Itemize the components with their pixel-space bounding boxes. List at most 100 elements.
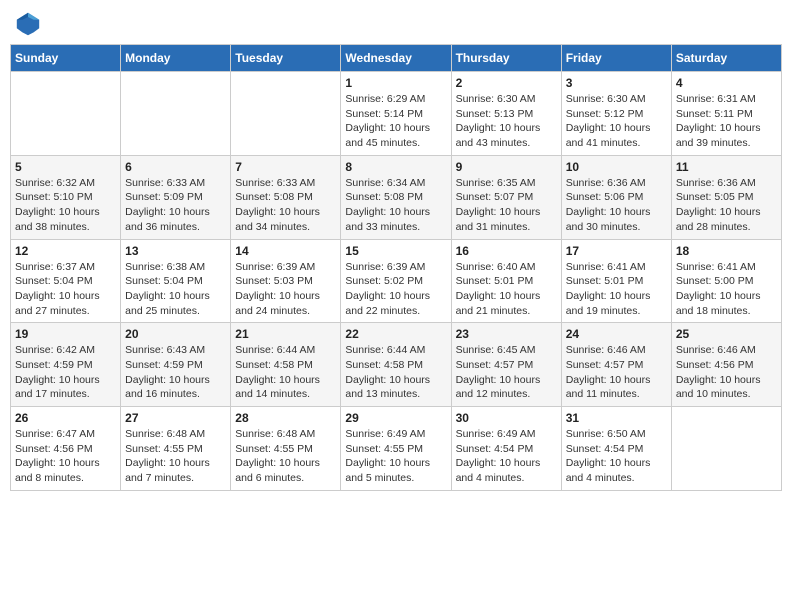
day-info: Sunrise: 6:49 AMSunset: 4:55 PMDaylight:…: [345, 427, 446, 486]
day-info: Sunrise: 6:31 AMSunset: 5:11 PMDaylight:…: [676, 92, 777, 151]
day-info: Sunrise: 6:30 AMSunset: 5:12 PMDaylight:…: [566, 92, 667, 151]
day-number: 30: [456, 411, 557, 425]
day-info: Sunrise: 6:41 AMSunset: 5:01 PMDaylight:…: [566, 260, 667, 319]
calendar-cell: 23 Sunrise: 6:45 AMSunset: 4:57 PMDayligh…: [451, 323, 561, 407]
day-number: 17: [566, 244, 667, 258]
calendar-cell: 27 Sunrise: 6:48 AMSunset: 4:55 PMDayligh…: [121, 407, 231, 491]
calendar-cell: 24 Sunrise: 6:46 AMSunset: 4:57 PMDayligh…: [561, 323, 671, 407]
logo: [14, 10, 46, 38]
day-info: Sunrise: 6:48 AMSunset: 4:55 PMDaylight:…: [125, 427, 226, 486]
calendar-week-row: 1Sunrise: 6:29 AMSunset: 5:14 PMDaylight…: [11, 72, 782, 156]
day-info: Sunrise: 6:47 AMSunset: 4:56 PMDaylight:…: [15, 427, 116, 486]
calendar-cell: 21 Sunrise: 6:44 AMSunset: 4:58 PMDayligh…: [231, 323, 341, 407]
calendar-cell: [11, 72, 121, 156]
page-header: [10, 10, 782, 38]
day-number: 31: [566, 411, 667, 425]
calendar-cell: 12 Sunrise: 6:37 AMSunset: 5:04 PMDayligh…: [11, 239, 121, 323]
day-number: 6: [125, 160, 226, 174]
day-info: Sunrise: 6:46 AMSunset: 4:56 PMDaylight:…: [676, 343, 777, 402]
weekday-header-monday: Monday: [121, 45, 231, 72]
day-number: 3: [566, 76, 667, 90]
day-info: Sunrise: 6:36 AMSunset: 5:06 PMDaylight:…: [566, 176, 667, 235]
day-info: Sunrise: 6:43 AMSunset: 4:59 PMDaylight:…: [125, 343, 226, 402]
calendar-cell: 4 Sunrise: 6:31 AMSunset: 5:11 PMDaylight…: [671, 72, 781, 156]
day-number: 29: [345, 411, 446, 425]
day-info: Sunrise: 6:33 AMSunset: 5:09 PMDaylight:…: [125, 176, 226, 235]
calendar-cell: 16 Sunrise: 6:40 AMSunset: 5:01 PMDayligh…: [451, 239, 561, 323]
calendar-cell: [231, 72, 341, 156]
calendar-week-row: 19 Sunrise: 6:42 AMSunset: 4:59 PMDayligh…: [11, 323, 782, 407]
calendar-week-row: 12 Sunrise: 6:37 AMSunset: 5:04 PMDayligh…: [11, 239, 782, 323]
day-info: Sunrise: 6:45 AMSunset: 4:57 PMDaylight:…: [456, 343, 557, 402]
day-info: Sunrise: 6:36 AMSunset: 5:05 PMDaylight:…: [676, 176, 777, 235]
day-info: Sunrise: 6:39 AMSunset: 5:03 PMDaylight:…: [235, 260, 336, 319]
day-number: 11: [676, 160, 777, 174]
calendar-cell: 6 Sunrise: 6:33 AMSunset: 5:09 PMDaylight…: [121, 155, 231, 239]
day-info: Sunrise: 6:46 AMSunset: 4:57 PMDaylight:…: [566, 343, 667, 402]
day-number: 1: [345, 76, 446, 90]
day-number: 12: [15, 244, 116, 258]
day-number: 25: [676, 327, 777, 341]
weekday-header-friday: Friday: [561, 45, 671, 72]
day-info: Sunrise: 6:32 AMSunset: 5:10 PMDaylight:…: [15, 176, 116, 235]
day-number: 28: [235, 411, 336, 425]
day-info: Sunrise: 6:37 AMSunset: 5:04 PMDaylight:…: [15, 260, 116, 319]
day-info: Sunrise: 6:44 AMSunset: 4:58 PMDaylight:…: [345, 343, 446, 402]
day-info: Sunrise: 6:49 AMSunset: 4:54 PMDaylight:…: [456, 427, 557, 486]
day-info: Sunrise: 6:44 AMSunset: 4:58 PMDaylight:…: [235, 343, 336, 402]
day-info: Sunrise: 6:33 AMSunset: 5:08 PMDaylight:…: [235, 176, 336, 235]
calendar-cell: 7 Sunrise: 6:33 AMSunset: 5:08 PMDaylight…: [231, 155, 341, 239]
day-number: 16: [456, 244, 557, 258]
calendar-cell: 28 Sunrise: 6:48 AMSunset: 4:55 PMDayligh…: [231, 407, 341, 491]
day-number: 10: [566, 160, 667, 174]
day-info: Sunrise: 6:40 AMSunset: 5:01 PMDaylight:…: [456, 260, 557, 319]
calendar-cell: 22 Sunrise: 6:44 AMSunset: 4:58 PMDayligh…: [341, 323, 451, 407]
calendar-cell: 20 Sunrise: 6:43 AMSunset: 4:59 PMDayligh…: [121, 323, 231, 407]
calendar-cell: 14Sunrise: 6:39 AMSunset: 5:03 PMDayligh…: [231, 239, 341, 323]
calendar-week-row: 5 Sunrise: 6:32 AMSunset: 5:10 PMDaylight…: [11, 155, 782, 239]
calendar-table: SundayMondayTuesdayWednesdayThursdayFrid…: [10, 44, 782, 491]
day-number: 23: [456, 327, 557, 341]
calendar-cell: 25 Sunrise: 6:46 AMSunset: 4:56 PMDayligh…: [671, 323, 781, 407]
day-number: 5: [15, 160, 116, 174]
day-number: 4: [676, 76, 777, 90]
calendar-cell: 3 Sunrise: 6:30 AMSunset: 5:12 PMDaylight…: [561, 72, 671, 156]
calendar-cell: 9 Sunrise: 6:35 AMSunset: 5:07 PMDaylight…: [451, 155, 561, 239]
day-number: 9: [456, 160, 557, 174]
day-number: 15: [345, 244, 446, 258]
day-number: 24: [566, 327, 667, 341]
calendar-cell: 5 Sunrise: 6:32 AMSunset: 5:10 PMDaylight…: [11, 155, 121, 239]
day-info: Sunrise: 6:30 AMSunset: 5:13 PMDaylight:…: [456, 92, 557, 151]
day-info: Sunrise: 6:39 AMSunset: 5:02 PMDaylight:…: [345, 260, 446, 319]
day-number: 20: [125, 327, 226, 341]
day-info: Sunrise: 6:34 AMSunset: 5:08 PMDaylight:…: [345, 176, 446, 235]
day-number: 2: [456, 76, 557, 90]
calendar-cell: 17 Sunrise: 6:41 AMSunset: 5:01 PMDayligh…: [561, 239, 671, 323]
calendar-cell: 10 Sunrise: 6:36 AMSunset: 5:06 PMDayligh…: [561, 155, 671, 239]
calendar-cell: 31Sunrise: 6:50 AMSunset: 4:54 PMDayligh…: [561, 407, 671, 491]
day-number: 26: [15, 411, 116, 425]
day-info: Sunrise: 6:42 AMSunset: 4:59 PMDaylight:…: [15, 343, 116, 402]
calendar-cell: 13Sunrise: 6:38 AMSunset: 5:04 PMDayligh…: [121, 239, 231, 323]
day-number: 27: [125, 411, 226, 425]
weekday-header-row: SundayMondayTuesdayWednesdayThursdayFrid…: [11, 45, 782, 72]
day-number: 19: [15, 327, 116, 341]
calendar-cell: 15 Sunrise: 6:39 AMSunset: 5:02 PMDayligh…: [341, 239, 451, 323]
day-info: Sunrise: 6:35 AMSunset: 5:07 PMDaylight:…: [456, 176, 557, 235]
weekday-header-saturday: Saturday: [671, 45, 781, 72]
day-number: 7: [235, 160, 336, 174]
weekday-header-tuesday: Tuesday: [231, 45, 341, 72]
day-number: 21: [235, 327, 336, 341]
day-number: 22: [345, 327, 446, 341]
day-info: Sunrise: 6:48 AMSunset: 4:55 PMDaylight:…: [235, 427, 336, 486]
calendar-cell: 30 Sunrise: 6:49 AMSunset: 4:54 PMDayligh…: [451, 407, 561, 491]
calendar-cell: 8Sunrise: 6:34 AMSunset: 5:08 PMDaylight…: [341, 155, 451, 239]
day-number: 18: [676, 244, 777, 258]
calendar-cell: 2 Sunrise: 6:30 AMSunset: 5:13 PMDaylight…: [451, 72, 561, 156]
day-number: 13: [125, 244, 226, 258]
calendar-cell: 18Sunrise: 6:41 AMSunset: 5:00 PMDayligh…: [671, 239, 781, 323]
calendar-cell: 29 Sunrise: 6:49 AMSunset: 4:55 PMDayligh…: [341, 407, 451, 491]
logo-icon: [14, 10, 42, 38]
weekday-header-wednesday: Wednesday: [341, 45, 451, 72]
weekday-header-thursday: Thursday: [451, 45, 561, 72]
